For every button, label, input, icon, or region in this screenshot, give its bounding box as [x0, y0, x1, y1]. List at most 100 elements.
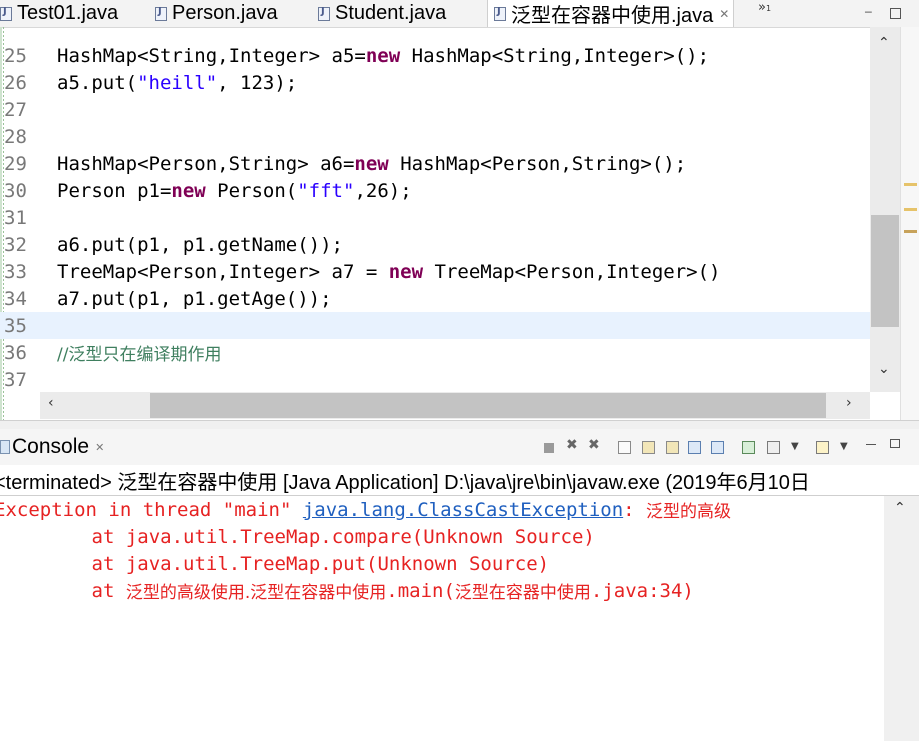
- line-number: 36: [4, 341, 27, 364]
- editor-horizontal-scrollbar[interactable]: ‹ ›: [40, 392, 870, 419]
- terminated-process-label: <terminated> 泛型在容器中使用 [Java Application]…: [0, 471, 810, 494]
- word-wrap-icon[interactable]: [666, 441, 679, 454]
- line-number: 33: [4, 260, 27, 283]
- code-line: 37: [0, 366, 870, 392]
- overflow-count: 1: [765, 4, 772, 13]
- scrollbar-thumb[interactable]: [871, 215, 899, 327]
- show-on-stdout-icon[interactable]: [688, 441, 701, 454]
- line-number: 27: [4, 98, 27, 121]
- warning-marker[interactable]: [904, 230, 917, 233]
- pin-console-icon[interactable]: [742, 441, 755, 454]
- java-file-icon: [0, 6, 12, 21]
- line-number: 25: [4, 44, 27, 67]
- overview-ruler[interactable]: [900, 27, 919, 422]
- keyword: new: [171, 179, 206, 202]
- line-number: 32: [4, 233, 27, 256]
- remove-launch-icon[interactable]: ✖: [566, 437, 578, 453]
- exception-class-link[interactable]: java.lang.ClassCastException: [303, 499, 623, 521]
- code-line: 25 HashMap<String,Integer> a5=new HashMa…: [0, 42, 870, 69]
- java-file-icon: [318, 6, 330, 21]
- console-output[interactable]: Exception in thread "main" java.lang.Cla…: [0, 496, 884, 741]
- clear-console-icon[interactable]: [618, 441, 631, 454]
- code-line: 33 TreeMap<Person,Integer> a7 = new Tree…: [0, 258, 870, 285]
- current-code-line: 35: [0, 312, 870, 339]
- code-text: Person p1=new Person("fft",26);: [57, 179, 412, 202]
- display-console-dropdown-icon[interactable]: ▼: [791, 441, 799, 452]
- overflow-chevron-icon: »: [758, 0, 766, 15]
- console-output-line: at java.util.TreeMap.put(Unknown Source): [0, 552, 550, 575]
- exception-message: 泛型的高级: [646, 502, 732, 522]
- code-comment: //泛型只在编译期作用: [57, 345, 222, 365]
- terminate-icon[interactable]: [544, 443, 554, 453]
- line-number: 30: [4, 179, 27, 202]
- close-console-icon[interactable]: ✕: [95, 441, 104, 454]
- maximize-view-icon[interactable]: [890, 439, 900, 448]
- code-text: a7.put(p1, p1.getAge());: [57, 287, 332, 310]
- tab-label: 泛型在容器中使用.java: [511, 5, 714, 27]
- tab-label: Test01.java: [17, 2, 119, 24]
- open-console-dropdown-icon[interactable]: ▼: [840, 441, 848, 452]
- console-output-line: Exception in thread "main" java.lang.Cla…: [0, 498, 732, 523]
- maximize-view-icon[interactable]: [890, 8, 901, 19]
- tab-overflow-button[interactable]: »1: [758, 0, 771, 15]
- console-toolbar: Console ✕ ✖ ✖ ▼ ▼: [0, 429, 919, 465]
- remove-all-terminated-icon[interactable]: ✖: [588, 437, 600, 453]
- string-literal: "heill": [137, 71, 218, 94]
- code-line: 34 a7.put(p1, p1.getAge());: [0, 285, 870, 312]
- java-file-icon: [494, 6, 506, 21]
- scroll-right-icon[interactable]: ›: [846, 395, 852, 411]
- code-editor[interactable]: 25 HashMap<String,Integer> a5=new HashMa…: [0, 27, 870, 392]
- scroll-lock-icon[interactable]: [642, 441, 655, 454]
- console-vertical-scrollbar[interactable]: ⌃: [884, 496, 919, 741]
- line-number: 31: [4, 206, 27, 229]
- code-text: HashMap<String,Integer> a5=new HashMap<S…: [57, 44, 710, 67]
- tab-label: Student.java: [335, 2, 447, 24]
- open-console-icon[interactable]: [816, 441, 829, 454]
- code-line: 32 a6.put(p1, p1.getName());: [0, 231, 870, 258]
- minimize-view-icon[interactable]: ─: [865, 6, 872, 19]
- scroll-down-icon[interactable]: ⌄: [878, 361, 890, 377]
- code-line: 26 a5.put("heill", 123);: [0, 69, 870, 96]
- editor-vertical-scrollbar[interactable]: ⌃ ⌄: [870, 27, 900, 392]
- tab-student[interactable]: Student.java: [318, 0, 446, 27]
- scroll-up-icon[interactable]: ⌃: [878, 35, 890, 51]
- tab-console[interactable]: Console ✕: [0, 429, 104, 465]
- code-line: 27: [0, 96, 870, 123]
- editor-tab-bar: Test01.java Person.java Student.java 泛型在…: [0, 0, 919, 28]
- line-number: 26: [4, 71, 27, 94]
- console-output-line: at java.util.TreeMap.compare(Unknown Sou…: [0, 525, 595, 548]
- scroll-up-icon[interactable]: ⌃: [894, 500, 906, 516]
- line-number: 35: [4, 314, 27, 337]
- code-text: TreeMap<Person,Integer> a7 = new TreeMap…: [57, 260, 721, 283]
- keyword: new: [388, 260, 424, 283]
- code-line: 29 HashMap<Person,String> a6=new HashMap…: [0, 150, 870, 177]
- code-line: 28: [0, 123, 870, 150]
- tab-test01[interactable]: Test01.java: [0, 0, 118, 27]
- line-number: 34: [4, 287, 27, 310]
- line-number: 37: [4, 368, 27, 391]
- console-icon: [0, 440, 10, 454]
- code-text: a6.put(p1, p1.getName());: [57, 233, 343, 256]
- console-tab-label: Console: [12, 435, 90, 458]
- scrollbar-thumb[interactable]: [150, 393, 826, 418]
- scroll-left-icon[interactable]: ‹: [48, 395, 54, 411]
- keyword: new: [365, 44, 401, 67]
- string-literal: "fft": [297, 179, 355, 202]
- tab-person[interactable]: Person.java: [155, 0, 278, 27]
- code-text: HashMap<Person,String> a6=new HashMap<Pe…: [57, 152, 687, 175]
- minimize-view-icon[interactable]: [866, 444, 876, 445]
- warning-marker[interactable]: [904, 208, 917, 211]
- java-file-icon: [155, 6, 167, 21]
- console-status-line: <terminated> 泛型在容器中使用 [Java Application]…: [0, 465, 919, 496]
- warning-marker[interactable]: [904, 183, 917, 186]
- tab-label: Person.java: [172, 2, 278, 24]
- code-line: 36 //泛型只在编译期作用: [0, 339, 870, 366]
- tab-generic-container[interactable]: 泛型在容器中使用.java ✕: [487, 0, 735, 27]
- display-console-icon[interactable]: [767, 441, 780, 454]
- show-on-stderr-icon[interactable]: [711, 441, 724, 454]
- close-tab-icon[interactable]: ✕: [719, 7, 729, 21]
- code-line: 30 Person p1=new Person("fft",26);: [0, 177, 870, 204]
- code-line: 31: [0, 204, 870, 231]
- line-number: 29: [4, 152, 27, 175]
- console-output-line: at 泛型的高级使用.泛型在容器中使用 .main(泛型在容器中使用 .java:3…: [0, 579, 694, 604]
